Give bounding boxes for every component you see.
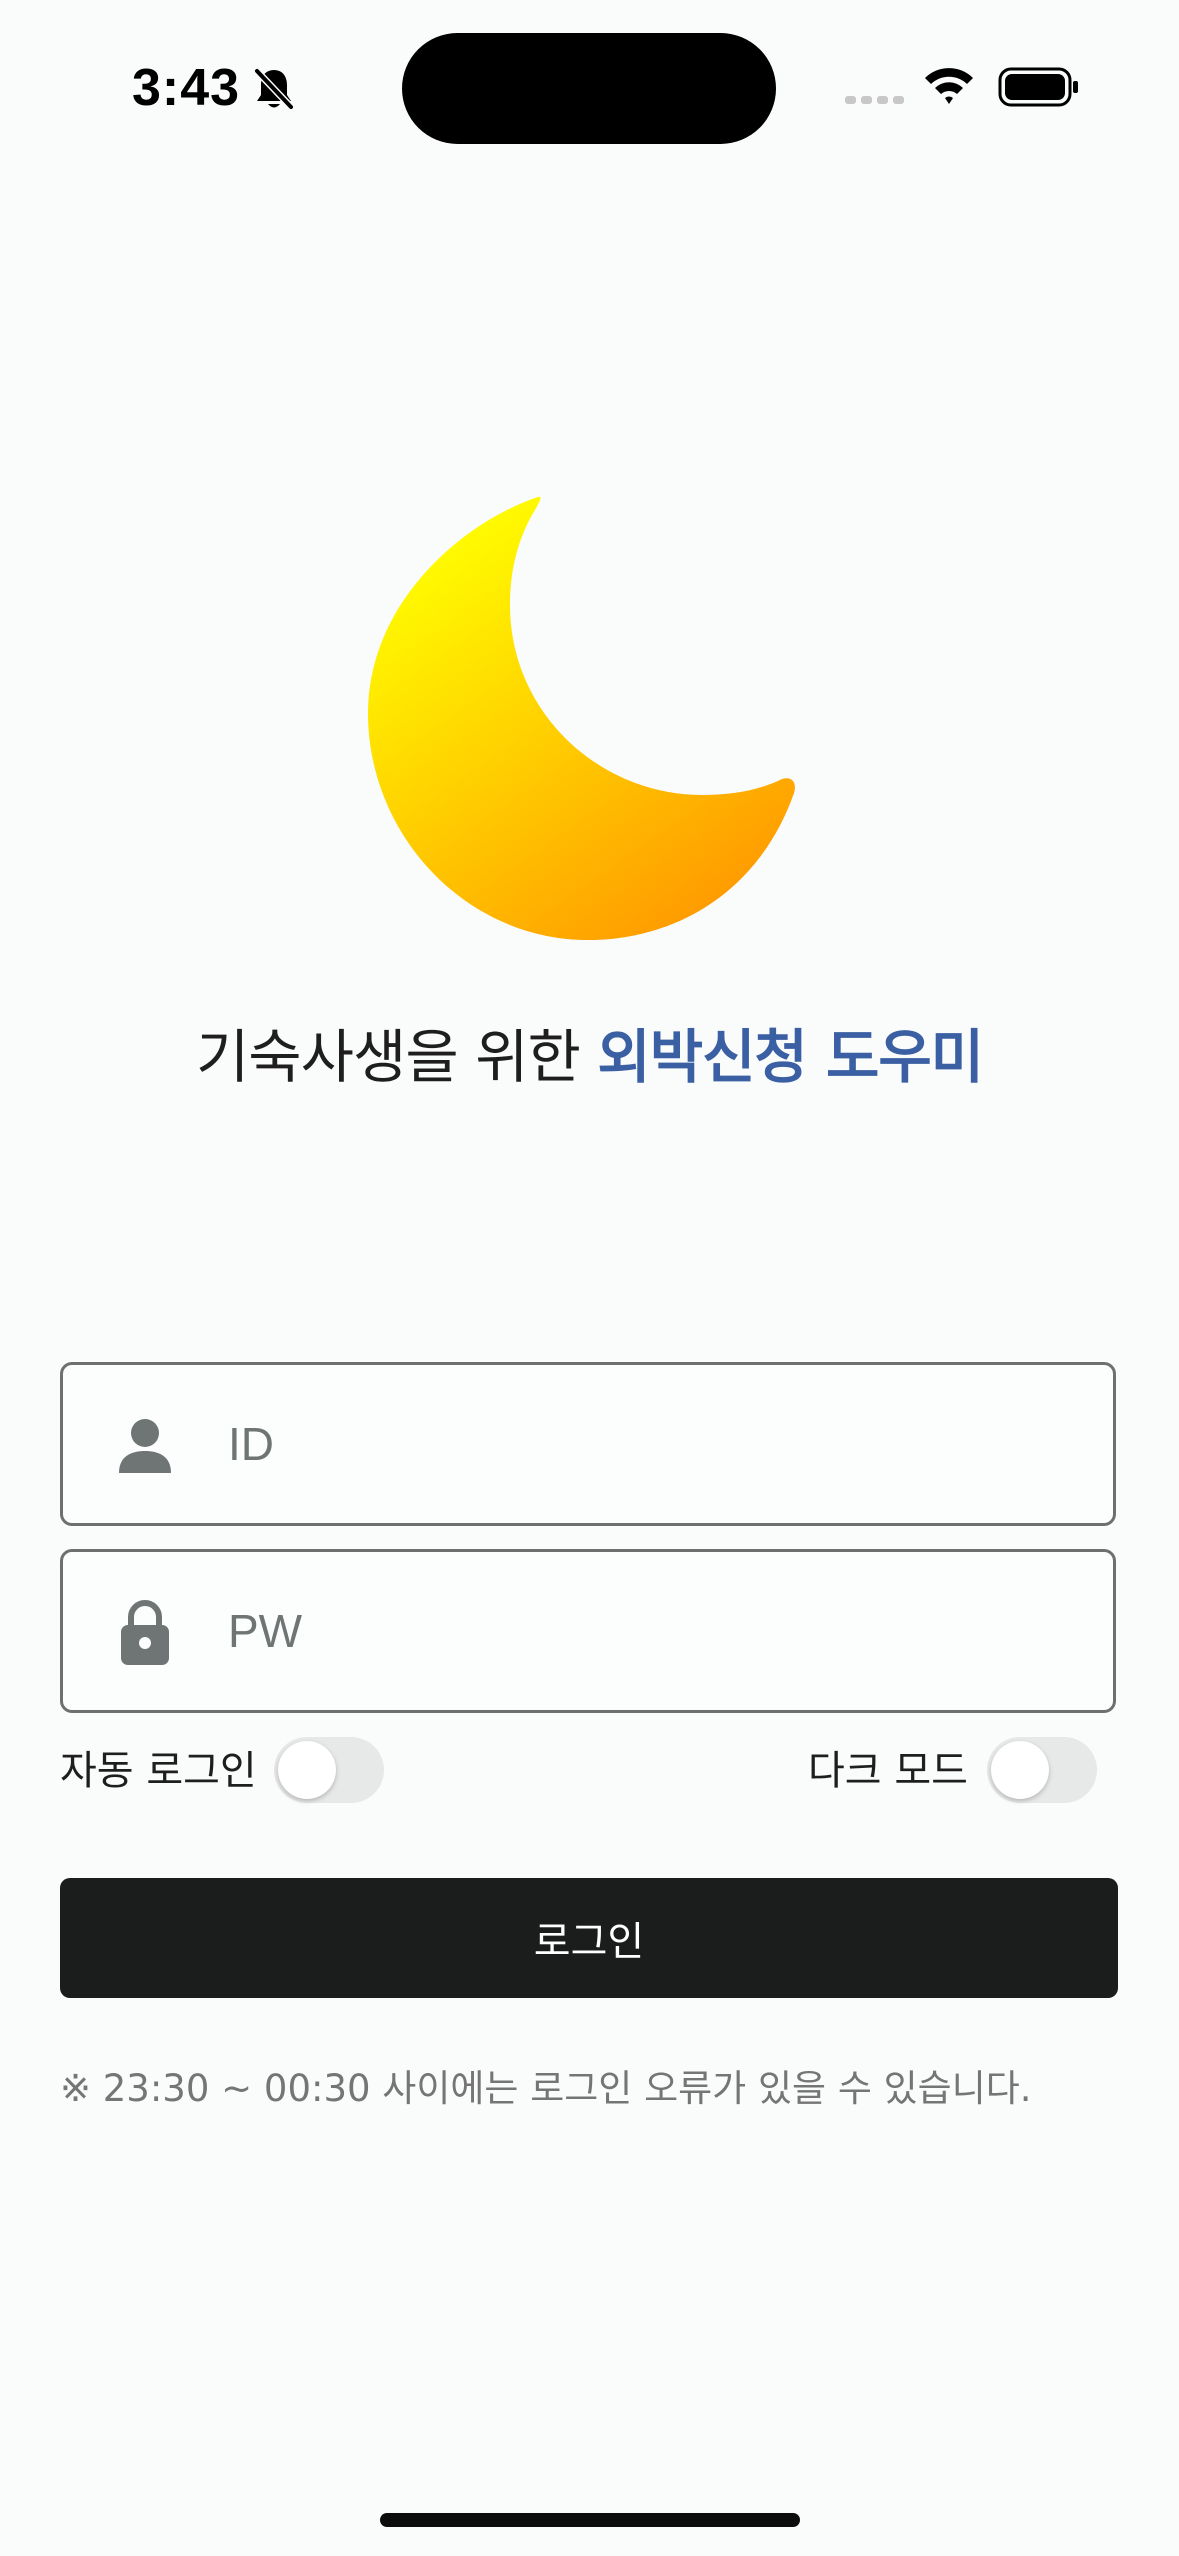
dark-mode-label: 다크 모드 bbox=[808, 1748, 968, 1794]
login-notice: ※ 23:30 ~ 00:30 사이에는 로그인 오류가 있을 수 있습니다. bbox=[60, 2067, 1032, 2110]
password-input[interactable] bbox=[228, 1552, 1088, 1710]
auto-login-toggle[interactable] bbox=[274, 1737, 384, 1803]
wifi-icon bbox=[925, 68, 973, 104]
home-indicator[interactable] bbox=[380, 2513, 800, 2527]
lock-icon bbox=[121, 1600, 169, 1665]
cellular-signal-icon bbox=[845, 96, 904, 104]
id-input[interactable] bbox=[228, 1365, 1088, 1523]
toggle-knob bbox=[991, 1741, 1049, 1799]
person-icon bbox=[119, 1419, 171, 1473]
dark-mode-toggle[interactable] bbox=[987, 1737, 1097, 1803]
crescent-moon-icon bbox=[368, 496, 795, 940]
dynamic-island bbox=[402, 33, 776, 144]
toggle-knob bbox=[278, 1741, 336, 1799]
id-field[interactable] bbox=[60, 1362, 1116, 1526]
status-time: 3:43 bbox=[132, 59, 241, 117]
battery-icon bbox=[998, 67, 1078, 107]
login-button[interactable]: 로그인 bbox=[60, 1878, 1118, 1998]
bell-slash-icon bbox=[252, 66, 296, 112]
password-field[interactable] bbox=[60, 1549, 1116, 1713]
tagline-accent: 외박신청 도우미 bbox=[597, 1023, 984, 1091]
tagline-prefix: 기숙사생을 위한 bbox=[195, 1023, 598, 1091]
auto-login-label: 자동 로그인 bbox=[60, 1748, 257, 1794]
app-tagline: 기숙사생을 위한 외박신청 도우미 bbox=[0, 1010, 1179, 1094]
